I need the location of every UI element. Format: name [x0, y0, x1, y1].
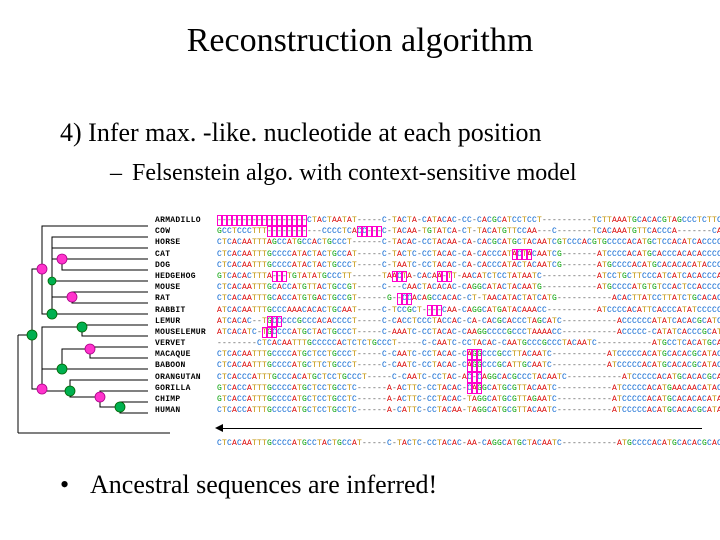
- sequence: CTCACAATTTGCCCCATACTACTGCCAT-----C-TACTC…: [217, 249, 720, 260]
- alignment-figure: ARMADILLO------------------CTACTAATAT---…: [10, 215, 710, 445]
- tree-node-icon: [95, 392, 105, 402]
- sequence: --------CTCACAATTTGCCCCCACTCTCTGCCCT----…: [217, 338, 720, 349]
- phylogenetic-tree: [10, 219, 150, 439]
- sequence: GCCTCCCTTT-----------CCCCTCACC---C-TACAA…: [217, 226, 720, 237]
- sequence: CTCACAATTTGCCCCATGCCTACTGCCAT-----C-TACT…: [217, 438, 720, 449]
- species-label: BABOON: [155, 360, 217, 371]
- bullet-text: Ancestral sequences are inferred!: [90, 470, 437, 499]
- alignment-row: CHIMPGTCACCATTTGCCCCATGCTCCTGCCTC------A…: [155, 394, 715, 405]
- alignment-row: HUMANCTCACCATTTGCCCCATGCTCCTGCCTC------A…: [155, 405, 715, 416]
- inferred-ancestor-row: CTCACAATTTGCCCCATGCCTACTGCCAT-----C-TACT…: [155, 438, 715, 449]
- species-label: GORILLA: [155, 383, 217, 394]
- sequence: ATCACATC-TGCCCCATGCTACTGCCCT-----C-AAATC…: [217, 327, 720, 338]
- sequence: CTCACAATTTAGCCATGCCACTGCCCT------C-TACAC…: [217, 237, 720, 248]
- tree-node-icon: [37, 264, 47, 274]
- species-label: HORSE: [155, 237, 217, 248]
- tree-node-icon: [77, 322, 87, 332]
- alignment-row: MACAQUECTCACAATTTGCCCCATGCTCCTGCCCT-----…: [155, 349, 715, 360]
- sequence: GTCACCATTTGCCCCATGCTCCTGCCTC------A-ACTT…: [217, 394, 720, 405]
- sequence: CTCACAATTTGCCCCATGCTCCTGCCCT-----C-CAATC…: [217, 349, 720, 360]
- species-label: ARMADILLO: [155, 215, 217, 226]
- slide-title: Reconstruction algorithm: [0, 22, 720, 60]
- alignment-row: VERVET--------CTCACAATTTGCCCCCACTCTCTGCC…: [155, 338, 715, 349]
- alignment-row: DOGCTCACAATTTGCCCCATACTACTGCCCT-----C-TA…: [155, 260, 715, 271]
- tree-node-icon: [67, 292, 77, 302]
- sequence: CTCACAATTTGCACCATGTGACTGCCGT------G--CCA…: [217, 293, 720, 304]
- species-label: RAT: [155, 293, 217, 304]
- alignment-row: HORSECTCACAATTTAGCCATGCCACTGCCCT------C-…: [155, 237, 715, 248]
- alignment-row: MOUSELEMURATCACATC-TGCCCCATGCTACTGCCCT--…: [155, 327, 715, 338]
- species-label: RABBIT: [155, 305, 217, 316]
- sequence: CTCACCATTTGCCCCATGCTCCTGCCTC------A-CATT…: [217, 405, 720, 416]
- tree-node-icon: [27, 330, 37, 340]
- alignment-row: ORANGUTANCTCACCCATTTGCCCACATGCTCCTGCCCT-…: [155, 372, 715, 383]
- alignment-row: GORILLAGTCACCATTTGCCCCATGCTCCTGCCTC-----…: [155, 383, 715, 394]
- sequence: CTCACAATTTGCACCATGTTACTGCCGT-----C---CAA…: [217, 282, 720, 293]
- sequence: ------------------CTACTAATAT-----C-TACTA…: [217, 215, 720, 226]
- alignment-row: LEMURATCACAC--TGCCCCCGCCCACACCCCT-----C-…: [155, 316, 715, 327]
- sequence: ATCACAATTTGCCCAAACACACTGCAAT-----C-TCCGC…: [217, 305, 720, 316]
- alignment-row: RATCTCACAATTTGCACCATGTGACTGCCGT------G--…: [155, 293, 715, 304]
- species-label: CAT: [155, 249, 217, 260]
- species-label: CHIMP: [155, 394, 217, 405]
- body-bullet: •Ancestral sequences are inferred!: [60, 470, 437, 500]
- body-point-4: 4) Infer max. -like. nucleotide at each …: [60, 118, 542, 148]
- tree-node-icon: [37, 384, 47, 394]
- sequence: GTCACACTTTA---TGTATATGCCCTT------TAACTA-…: [217, 271, 720, 282]
- tree-node-icon: [65, 386, 75, 396]
- alignment-row: RABBITATCACAATTTGCCCAAACACACTGCAAT-----C…: [155, 305, 715, 316]
- sequence: CTCACCCATTTGCCCACATGCTCCTGCCCT-----C-CAA…: [217, 372, 720, 383]
- species-label: HUMAN: [155, 405, 217, 416]
- tree-node-icon: [57, 364, 67, 374]
- alignment-row: HEDGEHOGGTCACACTTTA---TGTATATGCCCTT-----…: [155, 271, 715, 282]
- alignment-row: COWGCCTCCCTTT-----------CCCCTCACC---C-TA…: [155, 226, 715, 237]
- inference-arrow: [155, 422, 715, 436]
- alignment-row: CATCTCACAATTTGCCCCATACTACTGCCAT-----C-TA…: [155, 249, 715, 260]
- sequence: ATCACAC--TGCCCCCGCCCACACCCCT-----C-CACCT…: [217, 316, 720, 327]
- subpoint-text: Felsenstein algo. with context-sensitive…: [132, 160, 577, 186]
- species-label: MOUSELEMUR: [155, 327, 217, 338]
- tree-node-icon: [85, 344, 95, 354]
- sequence-alignment: ARMADILLO------------------CTACTAATAT---…: [155, 215, 715, 450]
- dash-bullet: –: [110, 160, 132, 187]
- bullet-dot-icon: •: [60, 470, 90, 500]
- sequence: CTCACAATTTGCCCCATGCTTCTGCCCT-----C-CAATC…: [217, 360, 720, 371]
- alignment-row: ARMADILLO------------------CTACTAATAT---…: [155, 215, 715, 226]
- arrow-line-icon: [217, 428, 702, 429]
- body-subpoint: –Felsenstein algo. with context-sensitiv…: [110, 160, 577, 187]
- species-label: DOG: [155, 260, 217, 271]
- sequence: CTCACAATTTGCCCCATACTACTGCCCT-----C-TAATC…: [217, 260, 720, 271]
- species-label: MOUSE: [155, 282, 217, 293]
- tree-node-icon: [47, 309, 57, 319]
- species-label: VERVET: [155, 338, 217, 349]
- sequence: GTCACCATTTGCCCCATGCTCCTGCCTC------A-ACTT…: [217, 383, 720, 394]
- tree-node-icon: [115, 402, 125, 412]
- species-label: ORANGUTAN: [155, 372, 217, 383]
- species-label: COW: [155, 226, 217, 237]
- tree-node-icon: [57, 254, 67, 264]
- alignment-row: MOUSECTCACAATTTGCACCATGTTACTGCCGT-----C-…: [155, 282, 715, 293]
- species-label: HEDGEHOG: [155, 271, 217, 282]
- species-label: MACAQUE: [155, 349, 217, 360]
- species-label: LEMUR: [155, 316, 217, 327]
- tree-node-icon: [48, 277, 56, 285]
- alignment-row: BABOONCTCACAATTTGCCCCATGCTTCTGCCCT-----C…: [155, 360, 715, 371]
